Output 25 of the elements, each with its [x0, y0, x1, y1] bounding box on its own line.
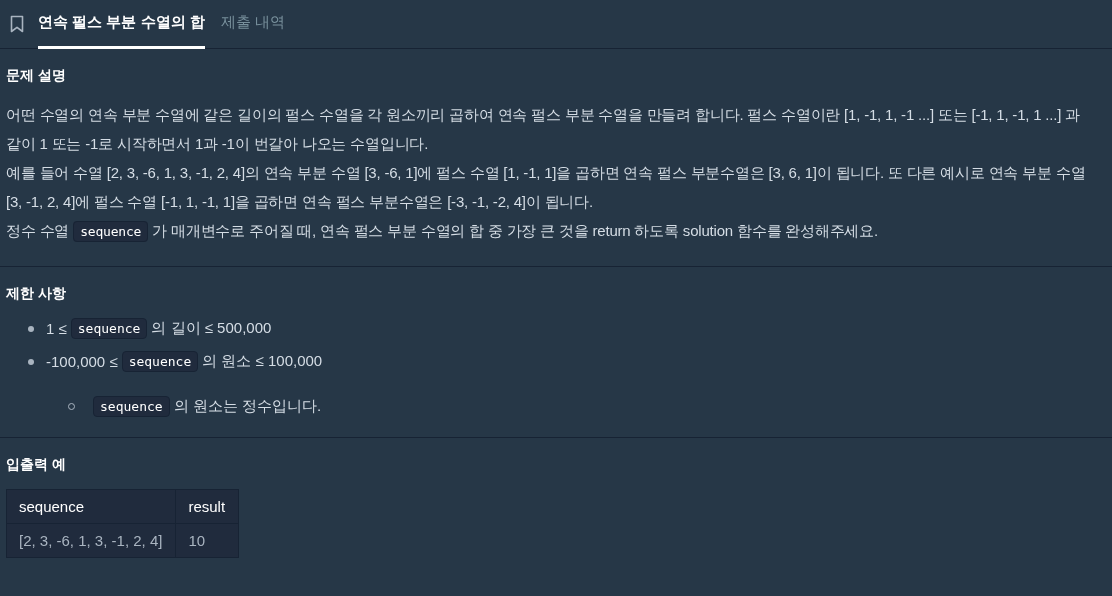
paragraph: 예를 들어 수열 [2, 3, -6, 1, 3, -1, 2, 4]의 연속 부분 수열 [3, -6, 1]에 펄스 수열 [1, -1, 1]을 곱하면 연속 펄스 부분수열은 [3, 6, 1]이 됩니다. 또 다른 예시로 연속 부분 수열 [3, -1, 2, 4]에 펄스 수열 [-1, 1, -1, 1]을 곱하면 연속 펄스 부분수열은 [-3, -1, -2, 4]이 됩니다. — [6, 163, 1087, 212]
column-header: result — [175, 489, 239, 524]
tab[interactable]: 제출 내역 — [220, 0, 285, 49]
tab[interactable]: 연속 펄스 부분 수열의 합 — [38, 0, 205, 49]
paragraph-text: -100,000 ≤ — [46, 353, 118, 370]
section-heading: 입출력 예 — [6, 456, 67, 474]
section-heading: 제한 사항 — [6, 285, 67, 303]
paragraph-text: 의 원소는 정수입니다. — [173, 397, 322, 416]
table-cell: 10 — [175, 523, 239, 558]
paragraph-text: 의 길이 ≤ 500,000 — [151, 319, 272, 338]
column-header: sequence — [6, 489, 176, 524]
paragraph-text: 1 ≤ — [46, 320, 67, 337]
bullet-icon — [28, 325, 34, 332]
inline-code: sequence — [70, 318, 148, 339]
inline-code: sequence — [93, 396, 170, 417]
paragraph: 어떤 수열의 연속 부분 수열에 같은 길이의 펄스 수열을 각 원소끼리 곱하여 연속 펄스 부분 수열을 만들려 합니다. 펄스 수열이란 [1, -1, 1, -1 ...] 또는 [-1, 1, -1, 1 ...] 과 같이 1 또는 -1로 시작하면서 1과 -1이 번갈아 나오는 수열입니다. — [6, 105, 1081, 154]
table-cell: [2, 3, -6, 1, 3, -1, 2, 4] — [6, 523, 176, 558]
inline-code: sequence — [73, 221, 149, 242]
inline-code: sequence — [121, 351, 199, 372]
paragraph-text: 가 매개변수로 주어질 때, 연속 펄스 부분 수열의 합 중 가장 큰 것을 return 하도록 solution 함수를 완성해주세요. — [152, 222, 879, 239]
bullet-icon — [28, 358, 34, 365]
paragraph-text: 의 원소 ≤ 100,000 — [202, 352, 323, 371]
paragraph-text: 정수 수열 — [6, 222, 70, 239]
bookmark-icon[interactable] — [10, 15, 24, 33]
section-heading: 문제 설명 — [6, 67, 67, 85]
